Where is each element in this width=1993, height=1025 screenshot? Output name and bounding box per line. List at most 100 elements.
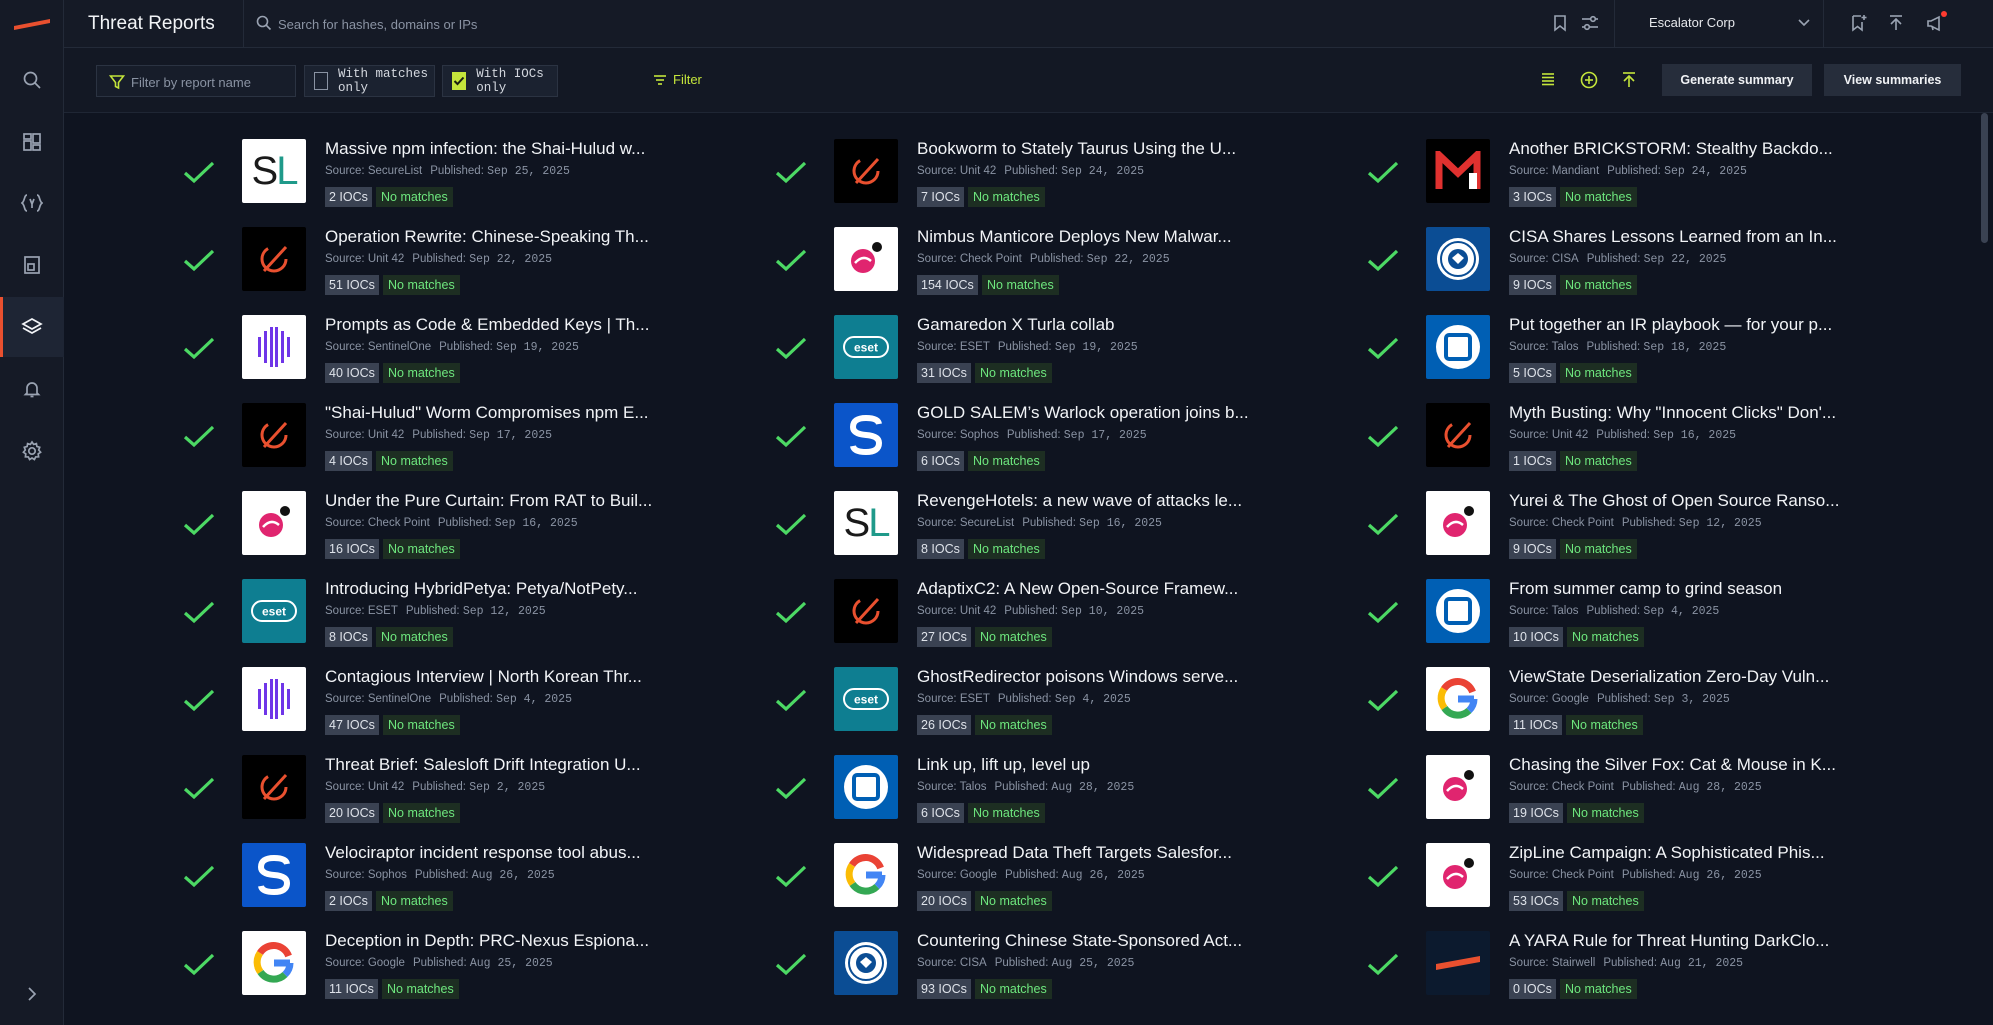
nav-settings[interactable] xyxy=(0,421,64,481)
report-card[interactable]: ViewState Deserialization Zero-Day Vuln.… xyxy=(1366,656,1926,744)
checked-icon xyxy=(182,155,216,189)
report-title[interactable]: Massive npm infection: the Shai-Hulud w.… xyxy=(325,139,675,159)
report-card[interactable]: Contagious Interview | North Korean Thr.… xyxy=(182,656,742,744)
report-title[interactable]: CISA Shares Lessons Learned from an In..… xyxy=(1509,227,1859,247)
source-logo-google xyxy=(242,931,306,995)
report-name-filter[interactable] xyxy=(96,65,296,97)
report-title[interactable]: Myth Busting: Why "Innocent Clicks" Don'… xyxy=(1509,403,1859,423)
report-card[interactable]: AdaptixC2: A New Open-Source Framew... So… xyxy=(774,568,1334,656)
report-card[interactable]: Deception in Depth: PRC-Nexus Espiona...… xyxy=(182,920,742,1008)
report-meta: Source: CISA Published: Sep 22, 2025 xyxy=(1509,253,1726,266)
report-card[interactable]: "Shai-Hulud" Worm Compromises npm E... So… xyxy=(182,392,742,480)
nav-alerts[interactable] xyxy=(0,359,64,419)
report-card[interactable]: S L RevengeHotels: a new wave of attacks l… xyxy=(774,480,1334,568)
report-card[interactable]: Threat Brief: Salesloft Drift Integratio… xyxy=(182,744,742,832)
check-icon xyxy=(775,865,807,888)
report-card[interactable]: Countering Chinese State-Sponsored Act..… xyxy=(774,920,1334,1008)
report-card[interactable]: Prompts as Code & Embedded Keys | Th... S… xyxy=(182,304,742,392)
report-card[interactable]: Put together an IR playbook — for your p… xyxy=(1366,304,1926,392)
global-search-input[interactable] xyxy=(278,12,878,36)
report-title[interactable]: Bookworm to Stately Taurus Using the U..… xyxy=(917,139,1267,159)
report-title[interactable]: Velociraptor incident response tool abus… xyxy=(325,843,675,863)
report-source: Google xyxy=(1551,693,1589,705)
report-card[interactable]: Myth Busting: Why "Innocent Clicks" Don'… xyxy=(1366,392,1926,480)
scrollbar-thumb[interactable] xyxy=(1981,113,1988,243)
nav-rules[interactable] xyxy=(0,173,64,233)
report-title[interactable]: ZipLine Campaign: A Sophisticated Phis..… xyxy=(1509,843,1859,863)
report-card[interactable]: Yurei & The Ghost of Open Source Ranso..… xyxy=(1366,480,1926,568)
report-title[interactable]: ViewState Deserialization Zero-Day Vuln.… xyxy=(1509,667,1859,687)
report-card[interactable]: Nimbus Manticore Deploys New Malwar... So… xyxy=(774,216,1334,304)
announcements-button[interactable] xyxy=(1926,14,1946,37)
list-view-button[interactable] xyxy=(1540,71,1556,92)
nav-reports[interactable] xyxy=(0,235,64,295)
report-card[interactable]: Another BRICKSTORM: Stealthy Backdo... So… xyxy=(1366,128,1926,216)
org-switcher[interactable]: Escalator Corp xyxy=(1635,0,1821,48)
source-logo-google xyxy=(1426,667,1490,731)
generate-summary-button[interactable]: Generate summary xyxy=(1662,64,1812,96)
report-title[interactable]: GhostRedirector poisons Windows serve... xyxy=(917,667,1267,687)
nav-dashboard[interactable] xyxy=(0,112,64,172)
report-card[interactable]: Bookworm to Stately Taurus Using the U..… xyxy=(774,128,1334,216)
report-title[interactable]: Link up, lift up, level up xyxy=(917,755,1267,775)
report-card[interactable]: eset Introducing HybridPetya: Petya/NotPe… xyxy=(182,568,742,656)
bookmarks-button[interactable] xyxy=(1850,14,1868,37)
report-title[interactable]: A YARA Rule for Threat Hunting DarkClo..… xyxy=(1509,931,1859,951)
scrollbar[interactable] xyxy=(1980,113,1989,1025)
report-name-filter-input[interactable] xyxy=(131,73,291,91)
with-matches-checkbox[interactable]: With matches only xyxy=(304,65,435,97)
report-card[interactable]: Widespread Data Theft Targets Salesfor..… xyxy=(774,832,1334,920)
report-title[interactable]: Prompts as Code & Embedded Keys | Th... xyxy=(325,315,675,335)
report-title[interactable]: Yurei & The Ghost of Open Source Ranso..… xyxy=(1509,491,1859,511)
report-card[interactable]: eset GhostRedirector poisons Windows serv… xyxy=(774,656,1334,744)
scroll-top-button[interactable] xyxy=(1621,71,1637,94)
report-title[interactable]: GOLD SALEM’s Warlock operation joins b..… xyxy=(917,403,1267,423)
report-card[interactable]: CISA Shares Lessons Learned from an In..… xyxy=(1366,216,1926,304)
report-card[interactable]: S L Massive npm infection: the Shai-Hulud … xyxy=(182,128,742,216)
nav-threat-reports[interactable] xyxy=(0,297,64,357)
report-title[interactable]: Introducing HybridPetya: Petya/NotPety..… xyxy=(325,579,675,599)
expand-nav-button[interactable] xyxy=(0,964,64,1024)
report-card[interactable]: Velociraptor incident response tool abus… xyxy=(182,832,742,920)
report-card[interactable]: Operation Rewrite: Chinese-Speaking Th..… xyxy=(182,216,742,304)
report-title[interactable]: Deception in Depth: PRC-Nexus Espiona... xyxy=(325,931,675,951)
report-title[interactable]: Under the Pure Curtain: From RAT to Buil… xyxy=(325,491,675,511)
nav-search[interactable] xyxy=(0,50,64,110)
report-card[interactable]: eset Gamaredon X Turla collab Source: ESET… xyxy=(774,304,1334,392)
report-title[interactable]: Nimbus Manticore Deploys New Malwar... xyxy=(917,227,1267,247)
view-summaries-button[interactable]: View summaries xyxy=(1824,64,1961,96)
report-card[interactable]: From summer camp to grind season Source: … xyxy=(1366,568,1926,656)
match-status-badge: No matches xyxy=(1560,187,1637,207)
report-title[interactable]: AdaptixC2: A New Open-Source Framew... xyxy=(917,579,1267,599)
report-card[interactable]: Chasing the Silver Fox: Cat & Mouse in K… xyxy=(1366,744,1926,832)
check-icon xyxy=(183,513,215,536)
add-report-button[interactable] xyxy=(1580,71,1598,94)
report-title[interactable]: Countering Chinese State-Sponsored Act..… xyxy=(917,931,1267,951)
report-card[interactable]: A YARA Rule for Threat Hunting DarkClo..… xyxy=(1366,920,1926,1008)
report-title[interactable]: Contagious Interview | North Korean Thr.… xyxy=(325,667,675,687)
search-icon xyxy=(23,71,41,89)
report-title[interactable]: Operation Rewrite: Chinese-Speaking Th..… xyxy=(325,227,675,247)
filter-button[interactable]: Filter xyxy=(653,72,702,87)
report-card[interactable]: ZipLine Campaign: A Sophisticated Phis..… xyxy=(1366,832,1926,920)
bookmark-button[interactable] xyxy=(1552,14,1568,37)
report-title[interactable]: Chasing the Silver Fox: Cat & Mouse in K… xyxy=(1509,755,1859,775)
report-title[interactable]: "Shai-Hulud" Worm Compromises npm E... xyxy=(325,403,675,423)
report-title[interactable]: Put together an IR playbook — for your p… xyxy=(1509,315,1859,335)
check-icon xyxy=(775,513,807,536)
source-logo-stair xyxy=(1426,931,1490,995)
report-title[interactable]: Widespread Data Theft Targets Salesfor..… xyxy=(917,843,1267,863)
upload-button[interactable] xyxy=(1888,14,1904,37)
check-icon xyxy=(1367,161,1399,184)
report-title[interactable]: Another BRICKSTORM: Stealthy Backdo... xyxy=(1509,139,1859,159)
report-title[interactable]: From summer camp to grind season xyxy=(1509,579,1859,599)
report-date: Sep 22, 2025 xyxy=(1086,253,1170,266)
settings-sliders-button[interactable] xyxy=(1580,14,1600,37)
with-iocs-checkbox[interactable]: With IOCs only xyxy=(442,65,558,97)
report-card[interactable]: GOLD SALEM’s Warlock operation joins b..… xyxy=(774,392,1334,480)
report-title[interactable]: Threat Brief: Salesloft Drift Integratio… xyxy=(325,755,675,775)
report-title[interactable]: Gamaredon X Turla collab xyxy=(917,315,1267,335)
report-card[interactable]: Under the Pure Curtain: From RAT to Buil… xyxy=(182,480,742,568)
report-title[interactable]: RevengeHotels: a new wave of attacks le.… xyxy=(917,491,1267,511)
report-card[interactable]: Link up, lift up, level up Source: Talos P… xyxy=(774,744,1334,832)
